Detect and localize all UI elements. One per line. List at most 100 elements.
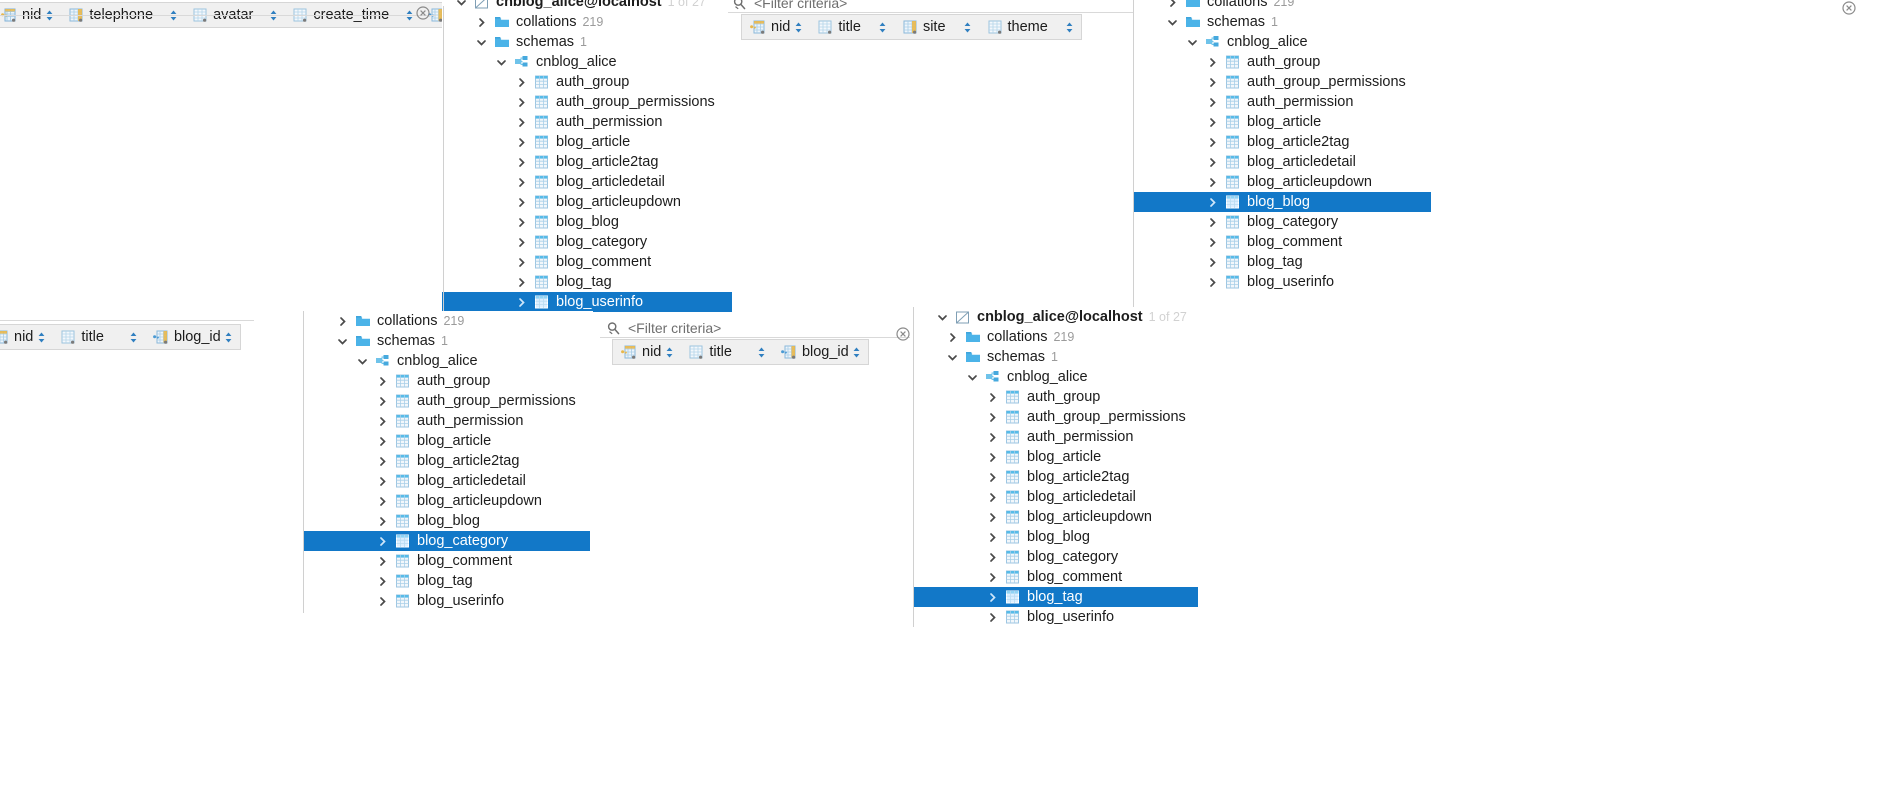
tree-node-table[interactable]: blog_articleupdown bbox=[913, 507, 1213, 527]
tree-node-schema[interactable]: cnblog_alice bbox=[1133, 32, 1433, 52]
chevron-right-icon[interactable] bbox=[1201, 237, 1223, 248]
chevron-right-icon[interactable] bbox=[981, 532, 1003, 543]
tree-node-table[interactable]: auth_permission bbox=[442, 112, 732, 132]
tree-node-table[interactable]: blog_userinfo bbox=[303, 591, 593, 611]
chevron-right-icon[interactable] bbox=[1201, 197, 1223, 208]
column-chip-blog-id[interactable]: blog_id bbox=[773, 340, 868, 364]
chevron-down-icon[interactable] bbox=[941, 352, 963, 363]
sort-toggle-icon[interactable] bbox=[754, 346, 770, 359]
tree-node-table[interactable]: blog_category bbox=[913, 547, 1213, 567]
chevron-right-icon[interactable] bbox=[510, 77, 532, 88]
tree-node-table[interactable]: auth_group bbox=[442, 72, 732, 92]
chevron-right-icon[interactable] bbox=[1201, 137, 1223, 148]
chevron-down-icon[interactable] bbox=[351, 356, 373, 367]
tree-node-table[interactable]: auth_group bbox=[913, 387, 1213, 407]
sort-toggle-icon[interactable] bbox=[960, 21, 976, 34]
chevron-right-icon[interactable] bbox=[510, 297, 532, 308]
chevron-right-icon[interactable] bbox=[981, 492, 1003, 503]
chevron-right-icon[interactable] bbox=[371, 576, 393, 587]
chevron-right-icon[interactable] bbox=[981, 592, 1003, 603]
tree-node-table[interactable]: auth_group_permissions bbox=[1133, 72, 1433, 92]
tree-node-table[interactable]: blog_blog bbox=[442, 212, 732, 232]
column-chip-nid[interactable]: nid bbox=[613, 340, 680, 364]
sort-toggle-icon[interactable] bbox=[221, 331, 237, 344]
tree-node-table[interactable]: blog_comment bbox=[1133, 232, 1433, 252]
column-chip-nid[interactable]: nid bbox=[742, 15, 809, 39]
sort-toggle-icon[interactable] bbox=[1062, 21, 1078, 34]
chevron-right-icon[interactable] bbox=[371, 476, 393, 487]
tree-node-table[interactable]: auth_permission bbox=[303, 411, 593, 431]
tree-node-schemas[interactable]: schemas 1 bbox=[442, 32, 732, 52]
tree-node-table[interactable]: blog_userinfo bbox=[1133, 272, 1433, 292]
chevron-right-icon[interactable] bbox=[1201, 277, 1223, 288]
chevron-right-icon[interactable] bbox=[1201, 217, 1223, 228]
db-tree-bottom-left[interactable]: collations 219 schemas 1 cnblog_alice auth_gr… bbox=[303, 311, 593, 613]
chevron-right-icon[interactable] bbox=[981, 572, 1003, 583]
tree-node-table[interactable]: blog_articledetail bbox=[913, 487, 1213, 507]
chevron-right-icon[interactable] bbox=[371, 416, 393, 427]
tree-node-table[interactable]: blog_article bbox=[1133, 112, 1433, 132]
chevron-down-icon[interactable] bbox=[1181, 37, 1203, 48]
chevron-right-icon[interactable] bbox=[371, 556, 393, 567]
tree-node-table-selected[interactable]: blog_blog bbox=[1133, 192, 1431, 212]
tree-node-table[interactable]: blog_article2tag bbox=[1133, 132, 1433, 152]
tree-node-table[interactable]: auth_group bbox=[303, 371, 593, 391]
chevron-right-icon[interactable] bbox=[1201, 177, 1223, 188]
column-chip-title[interactable]: title bbox=[680, 340, 773, 364]
chevron-right-icon[interactable] bbox=[371, 436, 393, 447]
chevron-right-icon[interactable] bbox=[941, 332, 963, 343]
tree-node-table[interactable]: auth_permission bbox=[1133, 92, 1433, 112]
db-tree-bottom-right[interactable]: cnblog_alice@localhost 1 of 27 collations 2… bbox=[913, 307, 1213, 627]
chevron-right-icon[interactable] bbox=[1201, 77, 1223, 88]
tree-node-table[interactable]: blog_article bbox=[442, 132, 732, 152]
tree-node-table[interactable]: blog_articleupdown bbox=[303, 491, 593, 511]
tree-node-schema[interactable]: cnblog_alice bbox=[303, 351, 593, 371]
tree-node-schema[interactable]: cnblog_alice bbox=[442, 52, 732, 72]
chevron-right-icon[interactable] bbox=[981, 432, 1003, 443]
chevron-right-icon[interactable] bbox=[1201, 257, 1223, 268]
tree-node-table[interactable]: blog_tag bbox=[442, 272, 732, 292]
chevron-down-icon[interactable] bbox=[1161, 17, 1183, 28]
column-chip-blog-id[interactable]: blog_id bbox=[145, 325, 240, 349]
chevron-right-icon[interactable] bbox=[981, 392, 1003, 403]
column-chip-title[interactable]: title bbox=[809, 15, 894, 39]
column-chip-title[interactable]: title bbox=[52, 325, 145, 349]
chevron-right-icon[interactable] bbox=[371, 536, 393, 547]
tree-node-table[interactable]: blog_blog bbox=[303, 511, 593, 531]
tree-node-connection[interactable]: cnblog_alice@localhost 1 of 27 bbox=[913, 307, 1213, 327]
chevron-down-icon[interactable] bbox=[961, 372, 983, 383]
chevron-down-icon[interactable] bbox=[470, 37, 492, 48]
sort-toggle-icon[interactable] bbox=[126, 331, 142, 344]
tree-node-collations[interactable]: collations 219 bbox=[442, 12, 732, 32]
chevron-right-icon[interactable] bbox=[510, 257, 532, 268]
tree-node-table[interactable]: blog_article bbox=[913, 447, 1213, 467]
tree-node-connection[interactable]: cnblog_alice@localhost 1 of 27 bbox=[442, 0, 732, 12]
chevron-right-icon[interactable] bbox=[1201, 117, 1223, 128]
chevron-right-icon[interactable] bbox=[1201, 97, 1223, 108]
filter-criteria-input[interactable]: <Filter criteria> bbox=[732, 0, 847, 13]
tree-node-table[interactable]: blog_tag bbox=[303, 571, 593, 591]
tree-node-table[interactable]: blog_category bbox=[442, 232, 732, 252]
tree-node-schemas[interactable]: schemas 1 bbox=[303, 331, 593, 351]
chevron-right-icon[interactable] bbox=[981, 612, 1003, 623]
chevron-right-icon[interactable] bbox=[981, 452, 1003, 463]
tree-node-table[interactable]: blog_comment bbox=[913, 567, 1213, 587]
tree-node-table[interactable]: blog_blog bbox=[913, 527, 1213, 547]
table-list-top-center[interactable]: auth_group auth_group_permissions auth_per… bbox=[442, 72, 732, 312]
column-chip-bar-bottom-left[interactable]: nid title blog_id bbox=[0, 324, 241, 350]
tree-node-table[interactable]: blog_article2tag bbox=[442, 152, 732, 172]
tree-node-table[interactable]: blog_articleupdown bbox=[442, 192, 732, 212]
tree-node-table[interactable]: blog_articledetail bbox=[442, 172, 732, 192]
chevron-right-icon[interactable] bbox=[510, 97, 532, 108]
chevron-right-icon[interactable] bbox=[371, 596, 393, 607]
column-chip-site[interactable]: site bbox=[894, 15, 979, 39]
chevron-right-icon[interactable] bbox=[371, 496, 393, 507]
tree-node-table[interactable]: blog_tag bbox=[1133, 252, 1433, 272]
tree-node-table[interactable]: auth_group_permissions bbox=[442, 92, 732, 112]
tree-node-table[interactable]: auth_group_permissions bbox=[303, 391, 593, 411]
tree-node-schemas[interactable]: schemas 1 bbox=[1133, 12, 1433, 32]
chevron-right-icon[interactable] bbox=[510, 197, 532, 208]
column-chip-bar-top-right[interactable]: nid title site theme bbox=[741, 14, 1082, 40]
chevron-right-icon[interactable] bbox=[981, 472, 1003, 483]
column-chip-nid[interactable]: nid bbox=[0, 325, 52, 349]
